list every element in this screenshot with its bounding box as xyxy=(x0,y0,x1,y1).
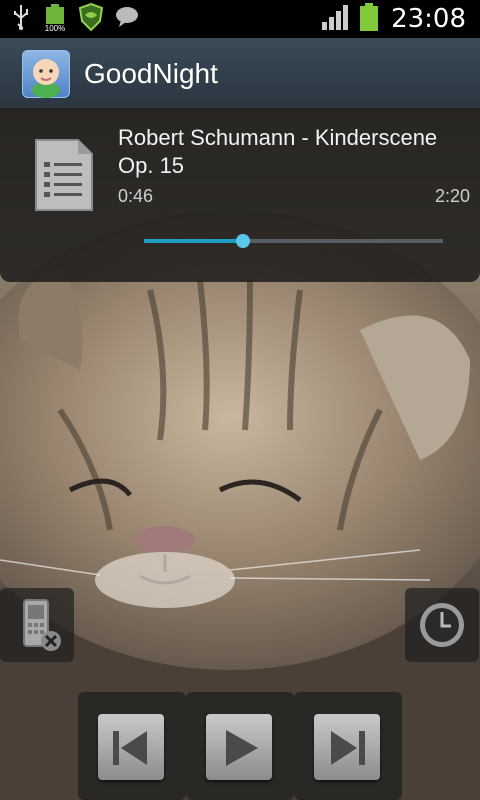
action-bar: GoodNight xyxy=(0,38,480,110)
play-button[interactable] xyxy=(186,692,294,800)
seek-bar[interactable] xyxy=(144,234,443,248)
elapsed-time: 0:46 xyxy=(118,186,154,206)
system-icons: 23:08 xyxy=(321,0,466,38)
skip-previous-icon xyxy=(111,728,151,773)
app-title: GoodNight xyxy=(84,58,218,89)
play-icon xyxy=(224,728,260,773)
seek-progress xyxy=(144,239,243,243)
total-time: 2:20 xyxy=(434,186,470,206)
previous-button[interactable] xyxy=(78,692,186,800)
lookout-shield-icon xyxy=(78,2,104,36)
battery-icon xyxy=(359,2,379,36)
phone-off-button[interactable] xyxy=(0,588,74,662)
previous-button-face xyxy=(98,714,164,780)
sleep-timer-button[interactable] xyxy=(405,588,479,662)
battery-100-icon: 100% xyxy=(42,4,68,34)
status-bar: 100% 23:08 xyxy=(0,0,480,38)
document-list-icon[interactable] xyxy=(34,138,94,217)
phone-off-icon xyxy=(18,598,64,659)
signal-bars-icon xyxy=(321,4,351,35)
battery-percent-label: 100% xyxy=(44,24,66,33)
track-title: Robert Schumann - Kinderscene Op. 15 xyxy=(118,125,438,178)
next-button[interactable] xyxy=(294,692,402,800)
usb-icon xyxy=(10,3,32,36)
now-playing-panel: Robert Schumann - Kinderscene Op. 15 0:4… xyxy=(0,110,480,282)
baby-face-icon[interactable] xyxy=(22,50,70,98)
skip-next-icon xyxy=(327,728,367,773)
next-button-face xyxy=(314,714,380,780)
seek-thumb[interactable] xyxy=(235,234,250,248)
status-clock: 23:08 xyxy=(391,4,466,34)
notification-icons: 100% xyxy=(10,2,140,36)
clock-timer-icon xyxy=(417,600,467,655)
play-button-face xyxy=(206,714,272,780)
chat-bubble-icon xyxy=(114,4,140,35)
